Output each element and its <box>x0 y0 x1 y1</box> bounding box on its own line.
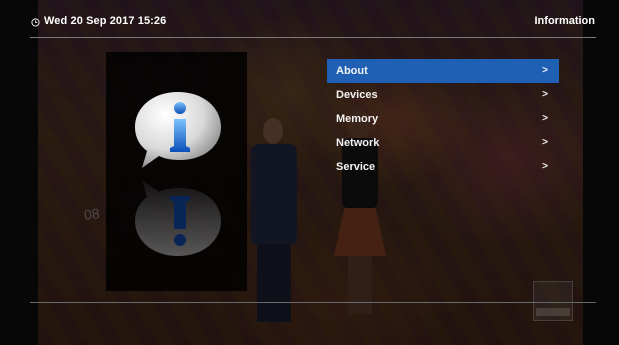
information-menu: About > Devices > Memory > Network > Ser… <box>327 59 559 179</box>
pillarbox-left <box>0 0 38 345</box>
clock-icon <box>31 18 40 27</box>
menu-item-about[interactable]: About > <box>327 59 559 83</box>
footer-divider <box>30 302 596 303</box>
pillarbox-right <box>583 0 619 345</box>
info-bubble-reflection-icon <box>135 180 221 256</box>
menu-item-memory[interactable]: Memory > <box>327 107 559 131</box>
chevron-right-icon: > <box>542 89 548 100</box>
menu-item-devices[interactable]: Devices > <box>327 83 559 107</box>
tv-screen: 08 Wed 20 Sep 2017 15:26 Information Abo… <box>0 0 619 345</box>
menu-item-label: Network <box>336 137 380 149</box>
menu-item-service[interactable]: Service > <box>327 155 559 179</box>
menu-item-label: About <box>336 65 368 77</box>
video-overlay-ghost: 08 <box>82 204 101 224</box>
menu-item-label: Memory <box>336 113 379 125</box>
page-title: Information <box>534 15 596 27</box>
chevron-right-icon: > <box>542 65 548 76</box>
menu-item-network[interactable]: Network > <box>327 131 559 155</box>
menu-item-label: Service <box>336 161 376 173</box>
menu-item-label: Devices <box>336 89 378 101</box>
chevron-right-icon: > <box>542 113 548 124</box>
chevron-right-icon: > <box>542 137 548 148</box>
header-datetime: Wed 20 Sep 2017 15:26 <box>44 15 167 27</box>
chevron-right-icon: > <box>542 161 548 172</box>
channel-logo-watermark <box>533 281 573 321</box>
info-bubble-icon <box>135 92 221 168</box>
info-panel <box>106 52 247 291</box>
header-divider <box>30 37 596 38</box>
